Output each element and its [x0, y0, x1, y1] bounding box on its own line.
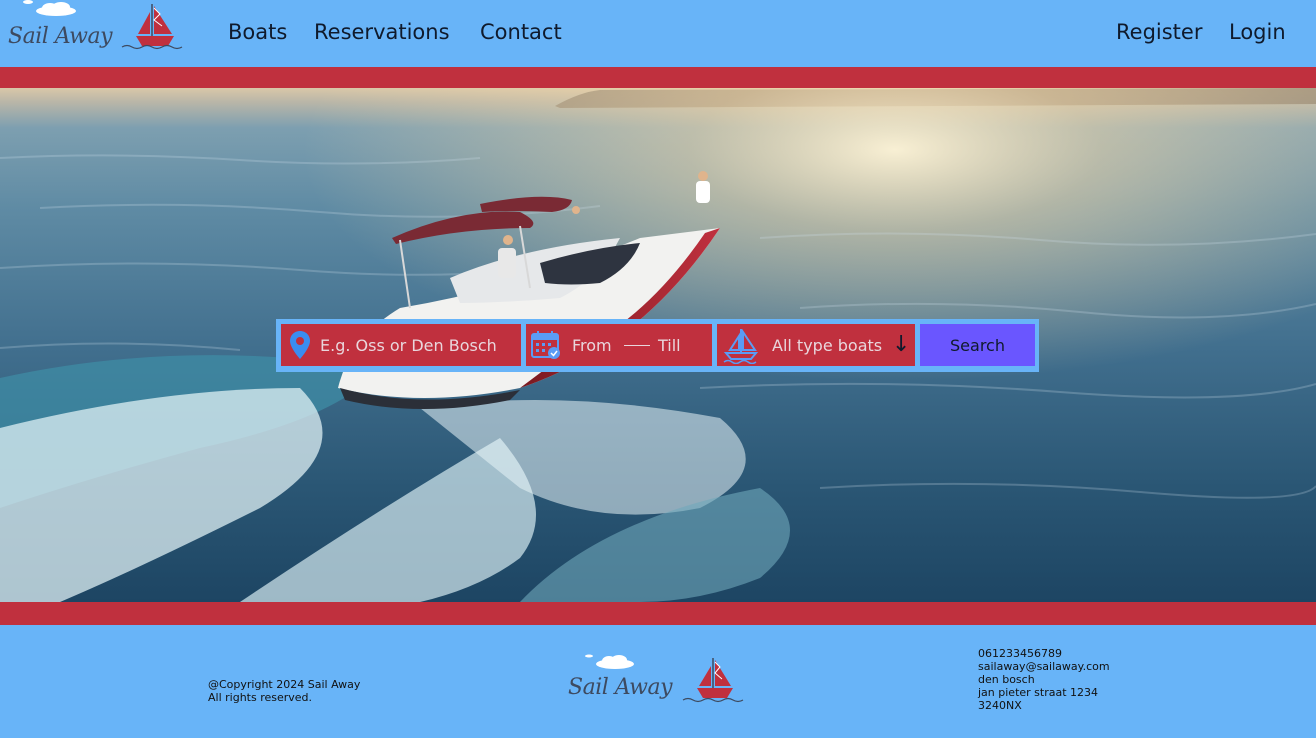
search-button[interactable]: Search: [920, 324, 1035, 366]
cloud-icon: [596, 655, 634, 669]
footer-brand-name: Sail Away: [568, 675, 673, 700]
nav-register-link[interactable]: Register: [1116, 20, 1202, 44]
boat-type-select[interactable]: All type boats ↓: [717, 324, 915, 366]
cloud-icon: [36, 2, 76, 16]
hero-banner: E.g. Oss or Den Bosch From Till All type…: [0, 88, 1316, 602]
copyright-line: @Copyright 2024 Sail Away: [208, 678, 361, 691]
nav-reservations-link[interactable]: Reservations: [314, 20, 450, 44]
location-placeholder: E.g. Oss or Den Bosch: [320, 336, 497, 355]
brand-name: Sail Away: [8, 24, 113, 49]
contact-phone[interactable]: 061233456789: [978, 647, 1110, 660]
contact-postcode: 3240NX: [978, 699, 1022, 712]
nav-login-link[interactable]: Login: [1229, 20, 1286, 44]
contact-street: jan pieter straat 1234: [978, 686, 1099, 699]
nav-contact-link[interactable]: Contact: [480, 20, 562, 44]
footer: @Copyright 2024 Sail Away All rights res…: [0, 625, 1316, 738]
date-range-picker[interactable]: From Till: [526, 324, 712, 366]
calendar-icon: [531, 331, 560, 359]
header-divider-stripe: [0, 67, 1316, 88]
brand-logo[interactable]: Sail Away: [4, 0, 188, 60]
date-till-label[interactable]: Till: [658, 336, 681, 355]
date-from-label[interactable]: From: [572, 336, 612, 355]
search-bar: E.g. Oss or Den Bosch From Till All type…: [276, 319, 1039, 372]
header: Sail Away Boats Reservations Contact Reg…: [0, 0, 1316, 67]
location-input[interactable]: E.g. Oss or Den Bosch: [281, 324, 521, 366]
contact-info: 061233456789 sailaway@sailaway.com den b…: [978, 647, 1110, 712]
location-pin-icon: [290, 331, 310, 359]
copyright-notice: @Copyright 2024 Sail Away All rights res…: [208, 678, 360, 704]
boat-icon: [723, 328, 759, 364]
arrow-down-icon: ↓: [892, 332, 911, 357]
rights-line: All rights reserved.: [208, 691, 313, 704]
date-separator: [624, 345, 650, 346]
contact-city: den bosch: [978, 673, 1035, 686]
boat-type-value: All type boats: [772, 336, 883, 355]
contact-email[interactable]: sailaway@sailaway.com: [978, 660, 1110, 673]
footer-divider-stripe: [0, 602, 1316, 625]
footer-logo[interactable]: Sail Away: [565, 652, 749, 710]
nav-boats-link[interactable]: Boats: [228, 20, 287, 44]
